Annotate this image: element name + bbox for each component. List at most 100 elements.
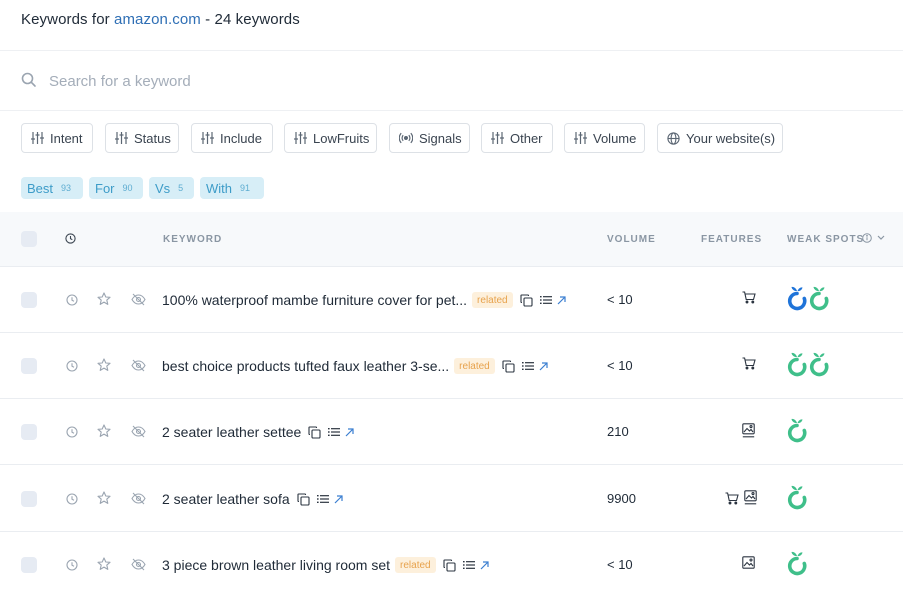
table-row[interactable]: best choice products tufted faux leather…: [0, 333, 903, 399]
table-header: KEYWORD VOLUME FEATURES WEAK SPOTS: [0, 212, 903, 267]
history-icon[interactable]: [66, 426, 78, 438]
filter-label: Volume: [593, 130, 637, 146]
row-checkbox[interactable]: [21, 358, 37, 374]
row-checkbox[interactable]: [21, 292, 37, 308]
volume-cell: < 10: [607, 292, 633, 307]
copy-icon[interactable]: [520, 293, 533, 307]
eye-off-icon[interactable]: [131, 425, 146, 438]
star-icon[interactable]: [97, 557, 111, 571]
col-features[interactable]: FEATURES: [701, 234, 762, 245]
filter-label: Signals: [419, 130, 462, 146]
keyword-cell: 2 seater leather settee: [162, 423, 354, 441]
eye-off-icon[interactable]: [131, 293, 146, 306]
list-icon[interactable]: [539, 295, 552, 305]
related-badge: related: [395, 557, 436, 573]
copy-icon[interactable]: [443, 558, 456, 572]
filter-label: Other: [510, 130, 543, 146]
list-icon[interactable]: [316, 494, 329, 504]
tag-vs[interactable]: Vs 5: [149, 177, 194, 199]
globe-icon: [667, 131, 680, 145]
weak-spot-fruit-icon: [787, 418, 807, 443]
history-icon[interactable]: [66, 493, 78, 505]
features-cell: [725, 490, 758, 510]
page-title: Keywords for amazon.com - 24 keywords: [21, 11, 300, 28]
keyword-text[interactable]: 2 seater leather settee: [162, 424, 301, 440]
col-volume[interactable]: VOLUME: [607, 234, 656, 245]
table-row[interactable]: 3 piece brown leather living room set re…: [0, 532, 903, 597]
col-weak-spots[interactable]: WEAK SPOTS: [787, 234, 864, 245]
weak-spot-fruit-icon: [809, 352, 829, 377]
list-icon[interactable]: [328, 427, 341, 437]
table-row[interactable]: 2 seater leather sofa 9900: [0, 466, 903, 532]
copy-icon[interactable]: [308, 425, 321, 439]
broadcast-icon: [399, 132, 413, 144]
external-link-icon[interactable]: [480, 560, 489, 570]
weak-spot-fruit-icon: [787, 485, 807, 510]
external-link-icon[interactable]: [539, 361, 548, 371]
sliders-icon: [294, 132, 307, 144]
external-link-icon[interactable]: [345, 427, 354, 437]
page-header: Keywords for amazon.com - 24 keywords: [0, 0, 903, 51]
star-icon[interactable]: [97, 491, 111, 505]
eye-off-icon[interactable]: [131, 492, 146, 505]
star-icon[interactable]: [97, 292, 111, 306]
keyword-cell: 2 seater leather sofa: [162, 490, 343, 508]
related-badge: related: [454, 358, 495, 374]
history-icon[interactable]: [66, 294, 78, 306]
image-icon: [744, 490, 758, 505]
filter-status[interactable]: Status: [105, 123, 179, 153]
table-row[interactable]: 100% waterproof mambe furniture cover fo…: [0, 267, 903, 333]
select-all-checkbox[interactable]: [21, 231, 37, 247]
tag-for[interactable]: For 90: [89, 177, 143, 199]
volume-cell: 210: [607, 424, 629, 439]
row-checkbox[interactable]: [21, 557, 37, 573]
domain-link[interactable]: amazon.com: [114, 11, 201, 28]
filter-signals[interactable]: Signals: [389, 123, 470, 153]
keyword-text[interactable]: 3 piece brown leather living room set: [162, 557, 390, 573]
filter-lowfruits[interactable]: LowFruits: [284, 123, 377, 153]
search-input[interactable]: [49, 70, 649, 92]
image-icon: [742, 556, 755, 569]
keyword-text[interactable]: 2 seater leather sofa: [162, 491, 290, 507]
star-icon[interactable]: [97, 358, 111, 372]
weak-spot-fruit-icon: [787, 551, 807, 576]
tag-with[interactable]: With 91: [200, 177, 264, 199]
copy-icon[interactable]: [297, 492, 310, 506]
filter-other[interactable]: Other: [481, 123, 553, 153]
sliders-icon: [115, 132, 128, 144]
features-cell: [742, 357, 756, 375]
external-link-icon[interactable]: [557, 295, 566, 305]
title-prefix: Keywords for: [21, 11, 110, 28]
row-checkbox[interactable]: [21, 424, 37, 440]
sliders-icon: [31, 132, 44, 144]
tag-best[interactable]: Best 93: [21, 177, 83, 199]
eye-off-icon[interactable]: [131, 359, 146, 372]
col-keyword[interactable]: KEYWORD: [163, 234, 222, 245]
clock-icon[interactable]: [65, 233, 76, 244]
copy-icon[interactable]: [502, 359, 515, 373]
keyword-cell: 3 piece brown leather living room set re…: [162, 556, 489, 574]
info-icon[interactable]: [862, 233, 872, 243]
table-row[interactable]: 2 seater leather settee 210: [0, 399, 903, 465]
chevron-down-icon[interactable]: [877, 235, 885, 241]
filter-label: Include: [220, 130, 262, 146]
eye-off-icon[interactable]: [131, 558, 146, 571]
list-icon[interactable]: [462, 560, 475, 570]
tag-label: With: [206, 180, 232, 196]
history-icon[interactable]: [66, 360, 78, 372]
weak-spot-fruit-icon: [787, 352, 807, 377]
star-icon[interactable]: [97, 424, 111, 438]
keyword-text[interactable]: 100% waterproof mambe furniture cover fo…: [162, 292, 467, 308]
filter-volume[interactable]: Volume: [564, 123, 645, 153]
list-icon[interactable]: [521, 361, 534, 371]
external-link-icon[interactable]: [334, 494, 343, 504]
filter-include[interactable]: Include: [191, 123, 273, 153]
row-checkbox[interactable]: [21, 491, 37, 507]
filter-intent[interactable]: Intent: [21, 123, 93, 153]
keyword-text[interactable]: best choice products tufted faux leather…: [162, 358, 449, 374]
volume-cell: 9900: [607, 491, 636, 506]
filter-your-websites[interactable]: Your website(s): [657, 123, 783, 153]
filter-label: Status: [134, 130, 171, 146]
history-icon[interactable]: [66, 559, 78, 571]
filter-label: LowFruits: [313, 130, 370, 146]
